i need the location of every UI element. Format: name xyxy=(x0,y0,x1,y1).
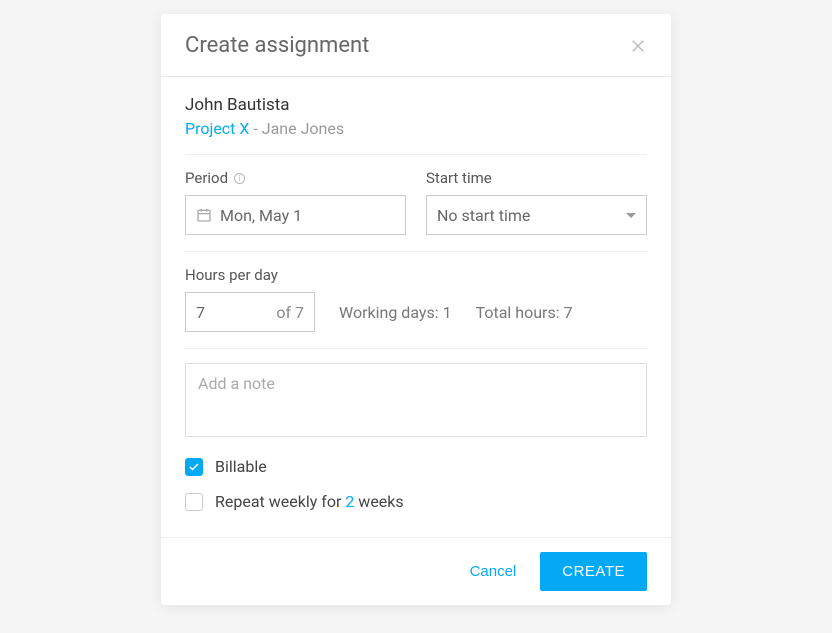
modal-header: Create assignment xyxy=(161,14,671,77)
modal-body: John Bautista Project X - Jane Jones Per… xyxy=(161,77,671,537)
cancel-button[interactable]: Cancel xyxy=(466,555,521,588)
period-value: Mon, May 1 xyxy=(220,206,302,225)
info-icon[interactable]: i xyxy=(234,173,245,184)
billable-row: Billable xyxy=(185,457,647,476)
start-time-select[interactable]: No start time xyxy=(426,195,647,235)
separator: - xyxy=(249,119,261,138)
modal-footer: Cancel CREATE xyxy=(161,537,671,605)
project-link[interactable]: Project X xyxy=(185,119,249,138)
start-time-label: Start time xyxy=(426,169,647,187)
hours-section: Hours per day 7 of 7 Working days: 1 Tot… xyxy=(185,266,647,349)
billable-label: Billable xyxy=(215,457,267,476)
manager-name: Jane Jones xyxy=(262,119,344,138)
repeat-row: Repeat weekly for 2 weeks xyxy=(185,492,647,511)
assignee-section: John Bautista Project X - Jane Jones xyxy=(185,95,647,155)
chevron-down-icon xyxy=(626,213,636,218)
total-hours-stat: Total hours: 7 xyxy=(476,303,573,322)
project-line: Project X - Jane Jones xyxy=(185,119,647,138)
hours-value: 7 xyxy=(196,303,205,322)
note-textarea[interactable] xyxy=(185,363,647,437)
repeat-count[interactable]: 2 xyxy=(345,492,354,511)
working-days-stat: Working days: 1 xyxy=(339,303,452,322)
billable-checkbox[interactable] xyxy=(185,458,203,476)
calendar-icon xyxy=(196,207,212,223)
period-label: Period i xyxy=(185,169,406,187)
start-time-value: No start time xyxy=(437,206,530,225)
modal-title: Create assignment xyxy=(185,33,369,58)
hours-suffix: of 7 xyxy=(276,303,304,322)
period-input[interactable]: Mon, May 1 xyxy=(185,195,406,235)
period-section: Period i Mon, May 1 Start tim xyxy=(185,169,647,252)
close-icon[interactable] xyxy=(629,37,647,55)
repeat-checkbox[interactable] xyxy=(185,493,203,511)
create-button[interactable]: CREATE xyxy=(540,552,647,591)
note-section xyxy=(185,363,647,457)
hours-input[interactable]: 7 of 7 xyxy=(185,292,315,332)
check-icon xyxy=(188,461,200,473)
hours-label: Hours per day xyxy=(185,266,647,284)
assignee-name: John Bautista xyxy=(185,95,647,115)
repeat-label: Repeat weekly for 2 weeks xyxy=(215,492,404,511)
create-assignment-modal: Create assignment John Bautista Project … xyxy=(161,14,671,605)
